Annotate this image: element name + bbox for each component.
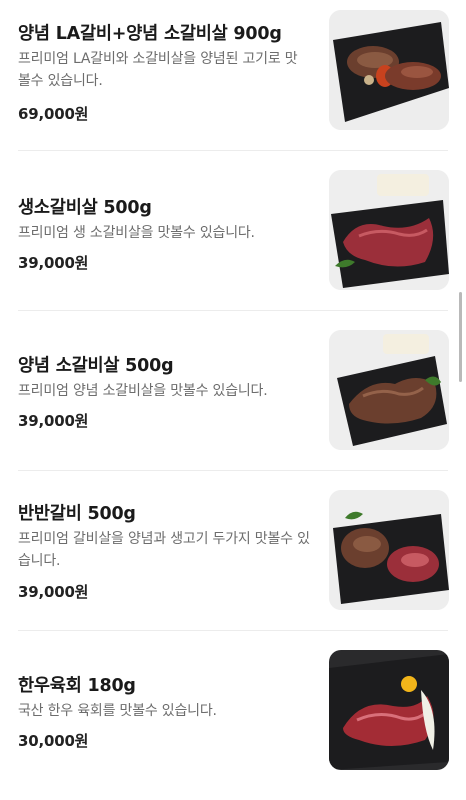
menu-item-name: 양념 소갈비살 500g [18, 356, 174, 376]
menu-list: 양념 LA갈비+양념 소갈비살 900g 프리미엄 LA갈비와 소갈비살을 양념… [0, 0, 466, 775]
menu-item[interactable]: 한우육회 180g 국산 한우 육회를 맛볼수 있습니다. 30,000원 [0, 640, 466, 800]
menu-item-description: 프리미엄 양념 소갈비살을 맛볼수 있습니다. [18, 383, 268, 399]
menu-item-price: 39,000원 [18, 583, 89, 601]
menu-item-description: 프리미엄 갈비살을 양념과 생고기 두가지 맛볼수 있습니다. [18, 531, 310, 569]
menu-item-description: 프리미엄 LA갈비와 소갈비살을 양념된 고기로 맛볼수 있습니다. [18, 51, 298, 89]
scrollbar[interactable] [459, 292, 462, 382]
divider [18, 470, 448, 471]
menu-item-photo [329, 170, 449, 290]
menu-item-photo [329, 10, 449, 130]
divider [18, 630, 448, 631]
menu-item-price: 39,000원 [18, 412, 89, 430]
menu-item-price: 69,000원 [18, 105, 89, 123]
divider [18, 310, 448, 311]
menu-item-photo [329, 490, 449, 610]
menu-item-name: 한우육회 180g [18, 676, 136, 696]
menu-item-photo [329, 650, 449, 770]
menu-item[interactable]: 생소갈비살 500g 프리미엄 생 소갈비살을 맛볼수 있습니다. 39,000… [0, 160, 466, 320]
menu-item-price: 39,000원 [18, 254, 89, 272]
menu-item[interactable]: 양념 소갈비살 500g 프리미엄 양념 소갈비살을 맛볼수 있습니다. 39,… [0, 320, 466, 480]
menu-item[interactable]: 양념 LA갈비+양념 소갈비살 900g 프리미엄 LA갈비와 소갈비살을 양념… [0, 0, 466, 160]
menu-item-name: 생소갈비살 500g [18, 198, 152, 218]
menu-item-name: 반반갈비 500g [18, 504, 136, 524]
menu-item-description: 국산 한우 육회를 맛볼수 있습니다. [18, 703, 217, 719]
divider [18, 150, 448, 151]
menu-item-price: 30,000원 [18, 732, 89, 750]
menu-item[interactable]: 반반갈비 500g 프리미엄 갈비살을 양념과 생고기 두가지 맛볼수 있습니다… [0, 480, 466, 640]
menu-item-description: 프리미엄 생 소갈비살을 맛볼수 있습니다. [18, 225, 255, 241]
menu-item-photo [329, 330, 449, 450]
menu-item-name: 양념 LA갈비+양념 소갈비살 900g [18, 24, 282, 44]
